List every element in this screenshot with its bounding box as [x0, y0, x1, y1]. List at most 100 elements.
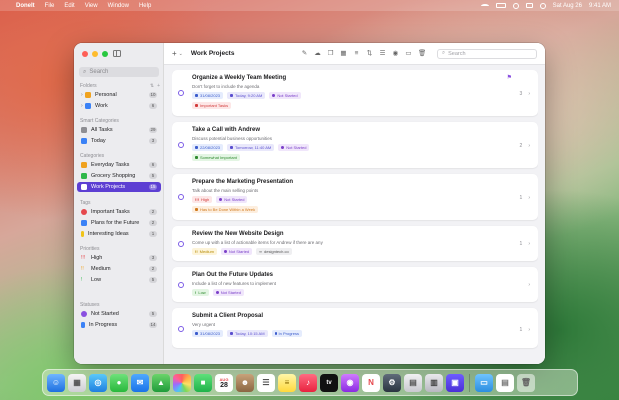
sidebar-search-input[interactable]: ⌕ Search: [79, 67, 159, 77]
menu-file[interactable]: File: [45, 3, 55, 9]
zoom-window-button[interactable]: [102, 51, 108, 57]
date-text: 31/08/2023: [200, 93, 221, 98]
sidebar-item-personal[interactable]: › Personal 10: [77, 90, 161, 100]
calendar-icon: [81, 138, 87, 144]
sidebar-item-high[interactable]: !!! High 3: [77, 253, 161, 263]
reminders-icon[interactable]: ☰: [257, 373, 275, 392]
toolbar-search-input[interactable]: ⌕ Search: [437, 48, 537, 59]
wifi-icon[interactable]: [480, 3, 489, 8]
chevron-down-icon[interactable]: ⌄: [179, 51, 183, 57]
sidebar-item-interesting-ideas[interactable]: Interesting Ideas 1: [77, 229, 161, 239]
task-card[interactable]: Prepare the Marketing Presentation Talk …: [172, 174, 538, 220]
facetime-icon[interactable]: ■: [194, 373, 212, 392]
battery-icon[interactable]: [495, 3, 506, 8]
task-checkbox[interactable]: [178, 282, 184, 288]
chevron-right-icon[interactable]: ›: [528, 195, 530, 201]
cloud-icon[interactable]: ☁: [314, 50, 321, 57]
filter-icon[interactable]: ≡: [353, 50, 360, 57]
task-card[interactable]: Plan Out the Future Updates Include a li…: [172, 267, 538, 302]
sidebar-item-count: 14: [149, 322, 157, 328]
safari-icon[interactable]: ◎: [89, 373, 107, 392]
maps-icon[interactable]: ▲: [152, 373, 170, 392]
task-checkbox[interactable]: [178, 241, 184, 247]
menu-view[interactable]: View: [85, 3, 98, 9]
sidebar-item-today[interactable]: Today 3: [77, 136, 161, 146]
close-window-button[interactable]: [82, 51, 88, 57]
task-checkbox[interactable]: [178, 142, 184, 148]
menubar-time[interactable]: 9:41 AM: [589, 3, 611, 9]
sidebar-item-all-tasks[interactable]: All Tasks 29: [77, 125, 161, 135]
task-checkbox[interactable]: [178, 326, 184, 332]
notes-icon[interactable]: ≡: [278, 373, 296, 392]
doneit-icon[interactable]: ▣: [446, 373, 464, 392]
task-card[interactable]: Take a Call with Andrew Discuss potentia…: [172, 122, 538, 168]
flag-icon[interactable]: ⚑: [507, 74, 512, 81]
duplicate-icon[interactable]: ❐: [327, 50, 334, 57]
contacts-icon[interactable]: ☻: [236, 373, 254, 392]
sort-icon[interactable]: ⇅: [150, 83, 154, 89]
control-center-icon[interactable]: [525, 3, 533, 8]
system-settings-icon[interactable]: ⚙: [383, 373, 401, 392]
chevron-right-icon[interactable]: ›: [528, 241, 530, 247]
sidebar-item-plans-future[interactable]: Plans for the Future 2: [77, 218, 161, 228]
archive-icon[interactable]: ▭: [405, 50, 412, 57]
photos-icon[interactable]: [173, 373, 191, 392]
keynote-icon[interactable]: ▥: [425, 373, 443, 392]
chevron-right-icon[interactable]: ›: [528, 282, 530, 288]
task-card[interactable]: Submit a Client Proposal Very urgent 31/…: [172, 308, 538, 348]
task-card[interactable]: Review the New Website Design Come up wi…: [172, 226, 538, 261]
sidebar-item-work[interactable]: › Work 6: [77, 101, 161, 111]
finder-icon[interactable]: ☺: [47, 373, 65, 392]
spotlight-icon[interactable]: [512, 2, 519, 9]
sidebar-item-not-started[interactable]: Not Started 5: [77, 309, 161, 319]
link-badge[interactable]: ∞ designtech.co: [256, 248, 292, 255]
documents-stack-icon[interactable]: ▤: [496, 373, 514, 392]
task-description: Don't forget to include the agenda: [192, 84, 260, 89]
sort-icon[interactable]: ⇅: [366, 50, 373, 57]
trash-icon[interactable]: 🗑: [517, 373, 535, 392]
sidebar-item-important-tasks[interactable]: Important Tasks 2: [77, 207, 161, 217]
list-icon[interactable]: ☰: [379, 50, 386, 57]
menu-edit[interactable]: Edit: [64, 3, 74, 9]
menubar-date[interactable]: Sat Aug 26: [553, 3, 582, 9]
chevron-right-icon[interactable]: ›: [528, 143, 530, 149]
pencil-icon[interactable]: ✎: [301, 50, 308, 57]
toolbar-tools: ✎ ☁ ❐ ▦ ≡ ⇅ ☰ ◉ ▭ 🗑 ⌕ Search: [301, 48, 537, 59]
menu-window[interactable]: Window: [108, 3, 129, 9]
task-checkbox[interactable]: [178, 90, 184, 96]
sidebar-item-medium[interactable]: !! Medium 2: [77, 264, 161, 274]
categories-header: Categories: [80, 153, 160, 159]
music-icon[interactable]: ♪: [299, 373, 317, 392]
sidebar-item-label: Important Tasks: [91, 209, 130, 215]
add-icon[interactable]: +: [157, 83, 160, 89]
sidebar-item-low[interactable]: ! Low 5: [77, 275, 161, 285]
menu-app-name[interactable]: DoneIt: [16, 3, 35, 9]
task-card[interactable]: Organize a Weekly Team Meeting Don't for…: [172, 70, 538, 116]
tv-icon[interactable]: tv: [320, 373, 338, 392]
menu-help[interactable]: Help: [139, 3, 151, 9]
launchpad-icon[interactable]: ▦: [68, 373, 86, 392]
sidebar-item-grocery-shopping[interactable]: Grocery Shopping 5: [77, 171, 161, 181]
preview-icon[interactable]: ▤: [404, 373, 422, 392]
sidebar-item-everyday-tasks[interactable]: Everyday Tasks 6: [77, 160, 161, 170]
siri-icon[interactable]: [539, 2, 546, 9]
messages-icon[interactable]: ●: [110, 373, 128, 392]
trash-icon[interactable]: 🗑: [418, 50, 426, 57]
link-icon: ∞: [259, 249, 262, 254]
sidebar-toggle-icon[interactable]: [113, 50, 121, 57]
mail-icon[interactable]: ✉: [131, 373, 149, 392]
eye-icon[interactable]: ◉: [392, 50, 399, 57]
news-icon[interactable]: N: [362, 373, 380, 392]
grid-icon[interactable]: ▦: [340, 50, 347, 57]
calendar-icon[interactable]: AUG 28: [215, 373, 233, 392]
folders-header-label: Folders: [80, 83, 97, 89]
add-task-button[interactable]: +: [172, 49, 177, 58]
downloads-folder-icon[interactable]: ▭: [475, 373, 493, 392]
sidebar-item-work-projects[interactable]: Work Projects 15: [77, 182, 161, 192]
minimize-window-button[interactable]: [92, 51, 98, 57]
sidebar-item-in-progress[interactable]: In Progress 14: [77, 320, 161, 330]
podcasts-icon[interactable]: ◉: [341, 373, 359, 392]
task-checkbox[interactable]: [178, 194, 184, 200]
chevron-right-icon[interactable]: ›: [528, 91, 530, 97]
chevron-right-icon[interactable]: ›: [528, 327, 530, 333]
